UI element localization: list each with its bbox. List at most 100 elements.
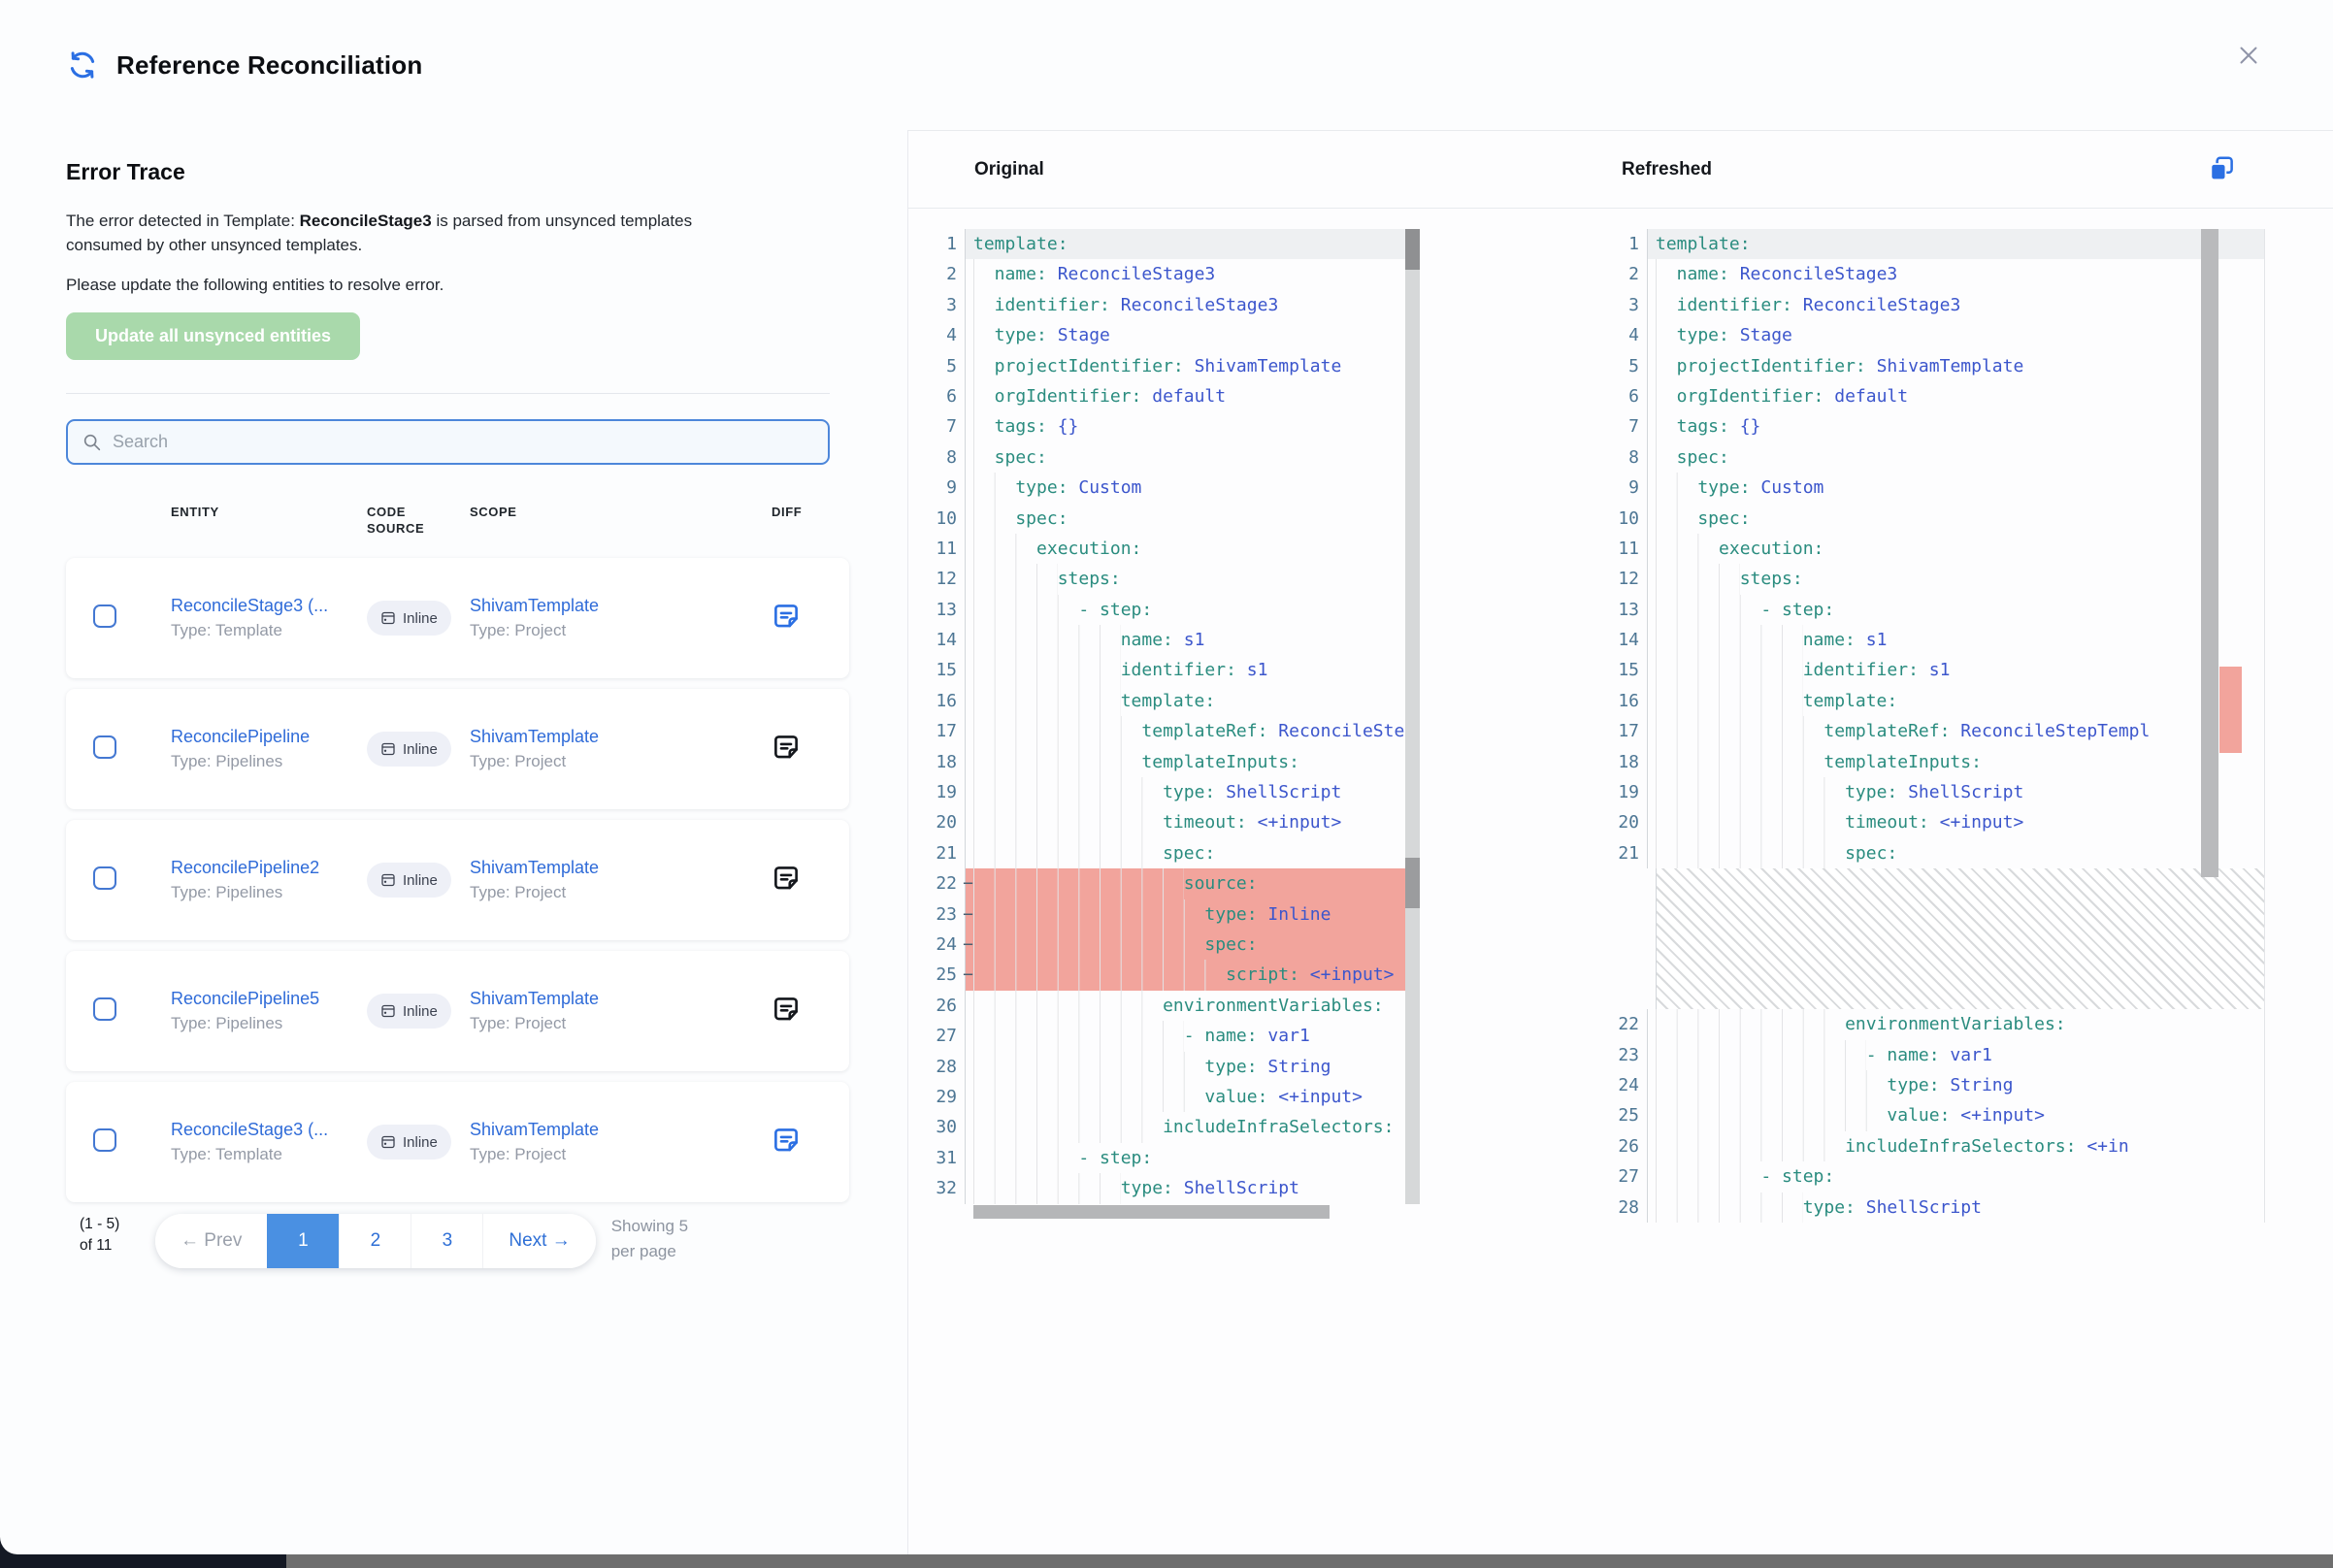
diff-button[interactable] — [772, 1126, 801, 1155]
page-button-1[interactable]: 1 — [267, 1214, 339, 1268]
indent-guides — [973, 899, 1204, 930]
line-number: 11 — [1591, 534, 1648, 564]
code-line: 21spec: — [908, 838, 1420, 868]
close-button[interactable] — [2234, 41, 2263, 70]
indent-guides — [1656, 1100, 1887, 1130]
error-trace-panel: Error Trace The error detected in Templa… — [0, 130, 907, 1554]
scope-link[interactable]: ShivamTemplate — [470, 727, 772, 747]
indent-guides — [1656, 716, 1824, 746]
row-checkbox[interactable] — [93, 1128, 116, 1152]
code-source-badge: Inline — [367, 994, 451, 1029]
entity-link[interactable]: ReconcilePipeline — [171, 727, 367, 747]
indent-guides — [973, 411, 995, 441]
entity-link[interactable]: ReconcilePipeline2 — [171, 858, 367, 878]
indent-guides — [973, 351, 995, 381]
code-line: 26environmentVariables: — [908, 991, 1420, 1021]
indent-guides — [1656, 1192, 1803, 1223]
entity-type: Type: Pipelines — [171, 1014, 367, 1033]
inline-icon — [380, 741, 396, 757]
diff-button[interactable] — [772, 864, 801, 893]
update-all-button[interactable]: Update all unsynced entities — [66, 312, 360, 360]
code-line: 20timeout: <+input> — [908, 807, 1420, 837]
line-number: 2 — [908, 259, 966, 289]
scope-link[interactable]: ShivamTemplate — [470, 989, 772, 1009]
indent-guides — [973, 381, 995, 411]
scrollbar-track-vertical[interactable] — [1405, 229, 1420, 1204]
prev-page-button[interactable]: ← Prev — [155, 1214, 267, 1268]
search-box — [66, 419, 830, 465]
original-code-editor[interactable]: 1template:2name: ReconcileStage33identif… — [908, 229, 1420, 1220]
line-number: 13 — [1591, 595, 1648, 625]
row-checkbox[interactable] — [93, 735, 116, 759]
table-row[interactable]: ReconcilePipeline2Type: PipelinesInlineS… — [66, 820, 849, 940]
scrollbar-thumb-vertical[interactable] — [1405, 229, 1420, 270]
code-line: 8spec: — [1591, 442, 2264, 473]
search-icon — [82, 432, 103, 453]
line-number: 26 — [908, 991, 966, 1021]
entity-link[interactable]: ReconcileStage3 (... — [171, 596, 367, 616]
indent-guides — [1656, 595, 1760, 625]
code-source-badge: Inline — [367, 601, 451, 636]
line-number: 8 — [1591, 442, 1648, 473]
error-description: The error detected in Template: Reconcil… — [66, 209, 750, 257]
line-number: 5 — [908, 351, 966, 381]
line-number: 18 — [908, 747, 966, 777]
code-line: 19type: ShellScript — [1591, 777, 2264, 807]
table-row[interactable]: ReconcilePipeline5 Type: PipelinesInline S… — [66, 951, 849, 1071]
code-line: 3identifier: ReconcileStage3 — [1591, 290, 2264, 320]
line-number: 17 — [1591, 716, 1648, 746]
error-instruction: Please update the following entities to … — [66, 273, 750, 297]
scope-link[interactable]: ShivamTemplate — [470, 1120, 772, 1140]
indent-guides — [973, 534, 1036, 564]
line-number: 13 — [908, 595, 966, 625]
code-line: 14name: s1 — [908, 625, 1420, 655]
indent-guides — [973, 807, 1163, 837]
line-number: 16 — [908, 686, 966, 716]
page-button-2[interactable]: 2 — [339, 1214, 411, 1268]
scope-link[interactable]: ShivamTemplate — [470, 596, 772, 616]
line-number: 15 — [1591, 655, 1648, 685]
refreshed-code-editor[interactable]: 1template:2name: ReconcileStage33identif… — [1591, 229, 2265, 1223]
line-number: 31 — [908, 1143, 966, 1173]
removed-line-marker: − — [963, 899, 973, 930]
code-line: 12steps: — [908, 564, 1420, 594]
row-checkbox[interactable] — [93, 604, 116, 628]
table-row[interactable]: ReconcilePipelineType: PipelinesInlineSh… — [66, 689, 849, 809]
entity-type: Type: Template — [171, 1145, 367, 1164]
diff-button[interactable] — [772, 733, 801, 762]
row-checkbox[interactable] — [93, 866, 116, 890]
entity-link[interactable]: ReconcilePipeline5 — [171, 989, 367, 1009]
code-line: 24type: String — [1591, 1070, 2264, 1100]
scope-link[interactable]: ShivamTemplate — [470, 858, 772, 878]
table-row[interactable]: ReconcileStage3 (...Type: TemplateInline… — [66, 558, 849, 678]
line-number: 20 — [1591, 807, 1648, 837]
per-page-label: Showing 5 per page — [611, 1214, 701, 1264]
next-page-button[interactable]: Next → — [482, 1214, 595, 1268]
indent-guides — [1656, 381, 1677, 411]
row-checkbox[interactable] — [93, 997, 116, 1021]
code-line: 10spec: — [908, 504, 1420, 534]
code-line: 5projectIdentifier: ShivamTemplate — [1591, 351, 2264, 381]
diff-button[interactable] — [772, 602, 801, 631]
diff-button[interactable] — [772, 995, 801, 1024]
page-button-3[interactable]: 3 — [411, 1214, 482, 1268]
line-number: 22 — [1591, 1009, 1648, 1039]
line-number: 22− — [908, 868, 966, 898]
code-line: 31- step: — [908, 1143, 1420, 1173]
code-line: 7tags: {} — [908, 411, 1420, 441]
copy-button[interactable] — [2207, 154, 2236, 183]
code-line: 2name: ReconcileStage3 — [908, 259, 1420, 289]
code-line: 25−script: <+input> — [908, 960, 1420, 990]
scrollbar-thumb-horizontal[interactable] — [973, 1205, 1330, 1219]
search-input[interactable] — [113, 432, 814, 452]
entity-link[interactable]: ReconcileStage3 (... — [171, 1120, 367, 1140]
scrollbar-thumb-vertical[interactable] — [2201, 229, 2218, 877]
line-number: 6 — [1591, 381, 1648, 411]
indent-guides — [1656, 777, 1845, 807]
code-line: 23−type: Inline — [908, 899, 1420, 930]
indent-guides — [973, 1112, 1163, 1142]
line-number: 7 — [908, 411, 966, 441]
code-line: 29value: <+input> — [908, 1082, 1420, 1112]
table-row[interactable]: ReconcileStage3 (...Type: TemplateInline… — [66, 1082, 849, 1202]
refreshed-panel-header: Refreshed — [1591, 131, 2333, 209]
